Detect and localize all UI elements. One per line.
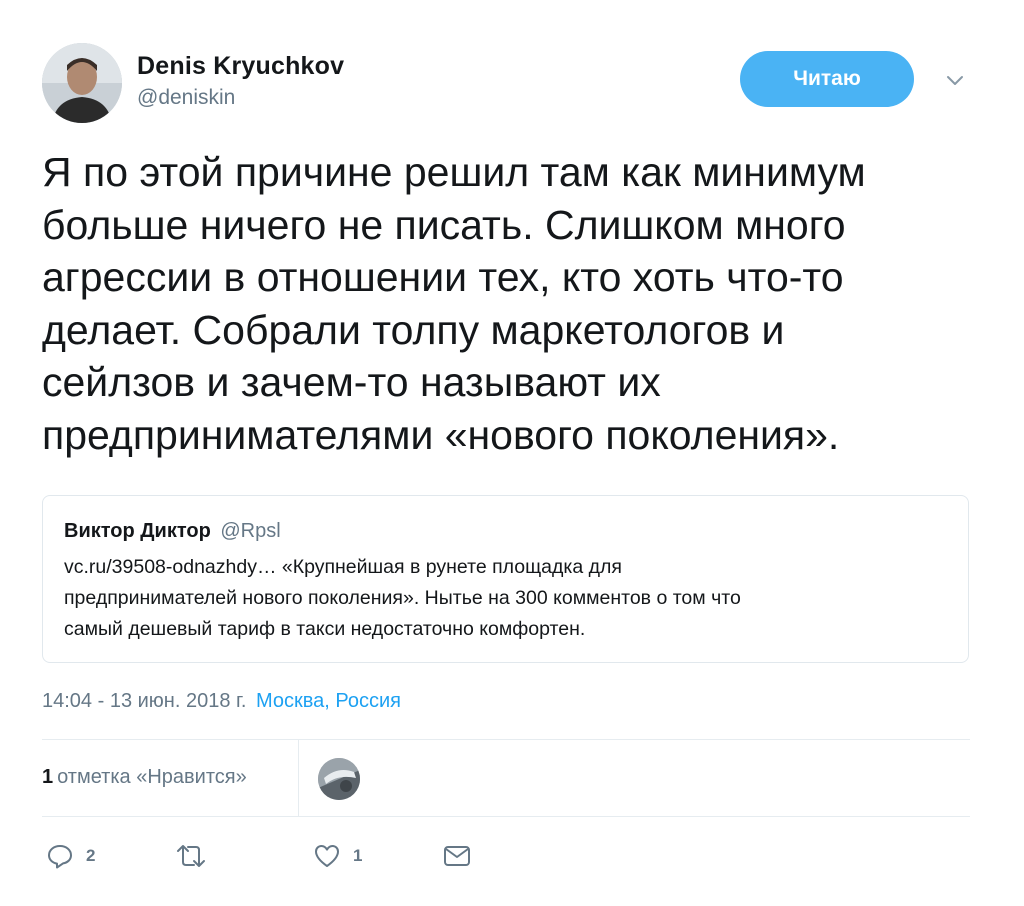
- tweet-location-link[interactable]: Москва, Россия: [256, 690, 401, 712]
- quoted-tweet-card[interactable]: Виктор Диктор @Rpsl vc.ru/39508-odnazhdy…: [42, 495, 969, 663]
- chevron-down-icon[interactable]: [940, 66, 970, 96]
- likes-count: 1: [42, 766, 54, 788]
- reply-count: 2: [86, 846, 96, 865]
- tweet-line: сейлзов и зачем-то называют их: [42, 359, 661, 405]
- quoted-author-name: Виктор Диктор: [64, 520, 211, 542]
- quoted-line: самый дешевый тариф в такси недостаточно…: [64, 618, 586, 640]
- tweet-line: предпринимателями «нового поколения».: [42, 411, 840, 458]
- tweet-line: делает. Собрали толпу маркетологов и: [42, 306, 785, 353]
- follow-button[interactable]: Читаю: [740, 51, 914, 107]
- heart-icon: [315, 845, 339, 867]
- likes-label: отметка «Нравится»: [57, 766, 247, 788]
- retweet-icon: [177, 845, 205, 867]
- tweet-text: Я по этой причине решил там как минимум …: [42, 146, 992, 461]
- like-count: 1: [353, 846, 363, 865]
- likes-stat[interactable]: 1 отметка «Нравится»: [42, 766, 247, 789]
- quoted-tweet-text: vc.ru/39508-odnazhdy… «Крупнейшая в руне…: [64, 552, 741, 645]
- tweet-line: Я по этой причине решил там как минимум: [42, 149, 866, 195]
- tweet-timestamp[interactable]: 14:04 - 13 июн. 2018 г.: [42, 690, 246, 712]
- author-name[interactable]: Denis Kryuchkov: [137, 52, 344, 81]
- divider: [42, 739, 970, 740]
- direct-message-button[interactable]: [442, 840, 472, 872]
- author-avatar[interactable]: [42, 43, 122, 123]
- retweet-button[interactable]: [174, 840, 220, 872]
- liker-avatar[interactable]: [318, 758, 360, 800]
- quoted-line: предпринимателей нового поколения». Ныть…: [64, 587, 741, 609]
- like-button[interactable]: 1: [313, 840, 362, 872]
- reply-button[interactable]: 2: [46, 840, 95, 872]
- quoted-line: vc.ru/39508-odnazhdy… «Крупнейшая в руне…: [64, 556, 622, 578]
- reply-icon: [48, 845, 72, 869]
- divider: [298, 740, 299, 816]
- tweet-metadata: 14:04 - 13 июн. 2018 г. Москва, Россия: [42, 690, 401, 713]
- quoted-tweet-header: Виктор Диктор @Rpsl: [64, 520, 281, 543]
- divider: [42, 816, 970, 817]
- quoted-author-handle: @Rpsl: [220, 520, 281, 542]
- tweet-line: больше ничего не писать. Слишком много: [42, 201, 846, 248]
- envelope-icon: [444, 846, 470, 866]
- author-handle[interactable]: @deniskin: [137, 86, 235, 110]
- tweet-line: агрессии в отношении тех, кто хоть что-т…: [42, 254, 844, 300]
